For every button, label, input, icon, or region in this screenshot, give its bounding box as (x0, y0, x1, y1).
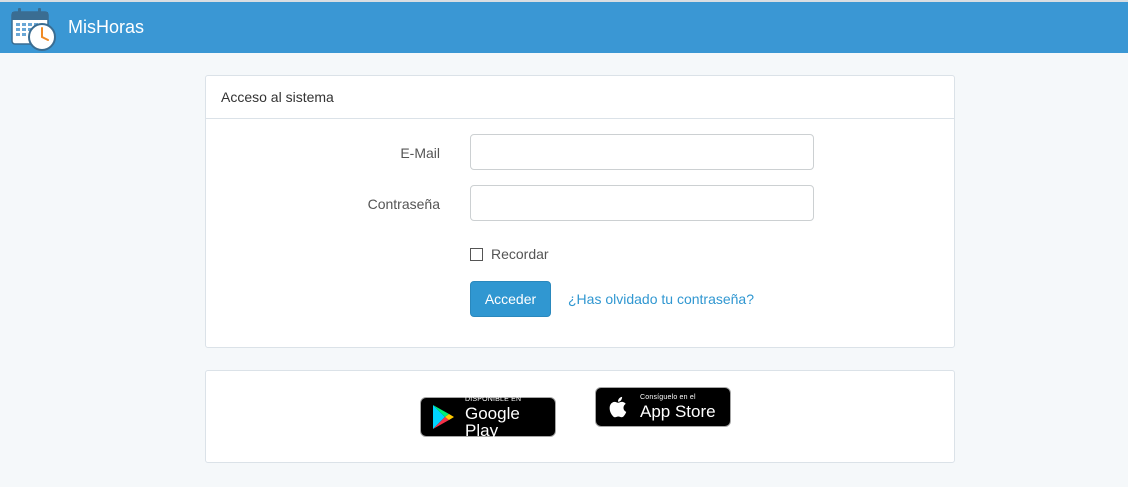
forgot-password-link[interactable]: ¿Has olvidado tu contraseña? (568, 291, 754, 307)
google-play-text: DISPONIBLE EN Google Play (465, 396, 555, 439)
remember-row: Recordar (470, 246, 549, 262)
app-store-big-text: App Store (640, 402, 716, 421)
apps-panel: DISPONIBLE EN Google Play Consíguelo en … (205, 370, 955, 463)
google-play-small-text: DISPONIBLE EN (465, 395, 522, 403)
remember-label[interactable]: Recordar (491, 246, 549, 262)
login-panel-heading: Acceso al sistema (206, 76, 954, 119)
app-store-badge[interactable]: Consíguelo en el App Store (595, 387, 731, 427)
app-store-text: Consíguelo en el App Store (640, 394, 716, 420)
brand-link[interactable]: MisHoras (10, 6, 144, 52)
password-field[interactable] (470, 185, 814, 221)
calendar-clock-icon (11, 8, 56, 51)
email-label: E-Mail (400, 145, 440, 161)
apple-icon (609, 396, 627, 418)
google-play-big-text: Google Play (465, 403, 520, 440)
google-play-icon (433, 405, 454, 429)
login-panel: Acceso al sistema E-Mail Contraseña Reco… (205, 75, 955, 348)
remember-checkbox[interactable] (470, 247, 483, 261)
navbar: MisHoras (0, 0, 1128, 53)
google-play-badge[interactable]: DISPONIBLE EN Google Play (420, 396, 556, 439)
login-button[interactable]: Acceder (470, 281, 551, 317)
app-name: MisHoras (68, 16, 145, 37)
email-field[interactable] (470, 134, 814, 170)
password-label: Contraseña (367, 196, 440, 212)
app-store-small-text: Consíguelo en el (640, 394, 696, 401)
